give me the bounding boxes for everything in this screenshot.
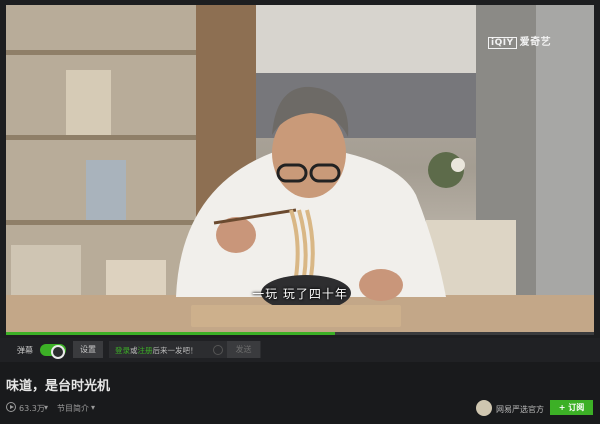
video-player[interactable]: iQIY 爱奇艺 一玩 玩了四十年: [0, 0, 600, 338]
send-button[interactable]: 发送: [227, 341, 260, 358]
danmu-toggle[interactable]: [40, 344, 66, 359]
play-count-chevron-icon[interactable]: ▾: [44, 403, 48, 412]
channel-name[interactable]: 网易严选官方: [496, 404, 544, 415]
emoji-icon[interactable]: [213, 345, 223, 355]
video-subtitle: 一玩 玩了四十年: [252, 287, 348, 301]
subscribe-button[interactable]: + 订阅: [550, 400, 593, 415]
progress-bar[interactable]: [6, 332, 594, 335]
iqiyi-watermark: iQIY 爱奇艺: [488, 33, 551, 49]
progress-fill: [6, 332, 336, 335]
program-intro-chevron-icon[interactable]: ▾: [91, 403, 95, 412]
program-intro-link[interactable]: 节目简介: [57, 403, 89, 414]
danmu-prompt-text: 后来一发吧！: [152, 346, 198, 355]
danmu-label: 弹幕: [17, 346, 33, 355]
iqiyi-logo: iQIY: [488, 37, 517, 49]
play-count-icon: [6, 402, 16, 412]
avatar[interactable]: [476, 400, 492, 416]
video-title: 味道，是台时光机: [6, 379, 111, 394]
video-scene: [6, 5, 594, 332]
watermark-text: 爱奇艺: [519, 37, 552, 48]
video-frame[interactable]: iQIY 爱奇艺 一玩 玩了四十年: [6, 5, 594, 332]
danmu-placeholder: 登录或注册后来一发吧！: [115, 345, 198, 356]
login-link[interactable]: 登录: [115, 346, 130, 355]
danmu-or-text: 或: [130, 346, 138, 355]
play-count: 63.3万: [19, 404, 45, 413]
danmu-settings-button[interactable]: 设置: [73, 341, 103, 358]
register-link[interactable]: 注册: [138, 346, 153, 355]
